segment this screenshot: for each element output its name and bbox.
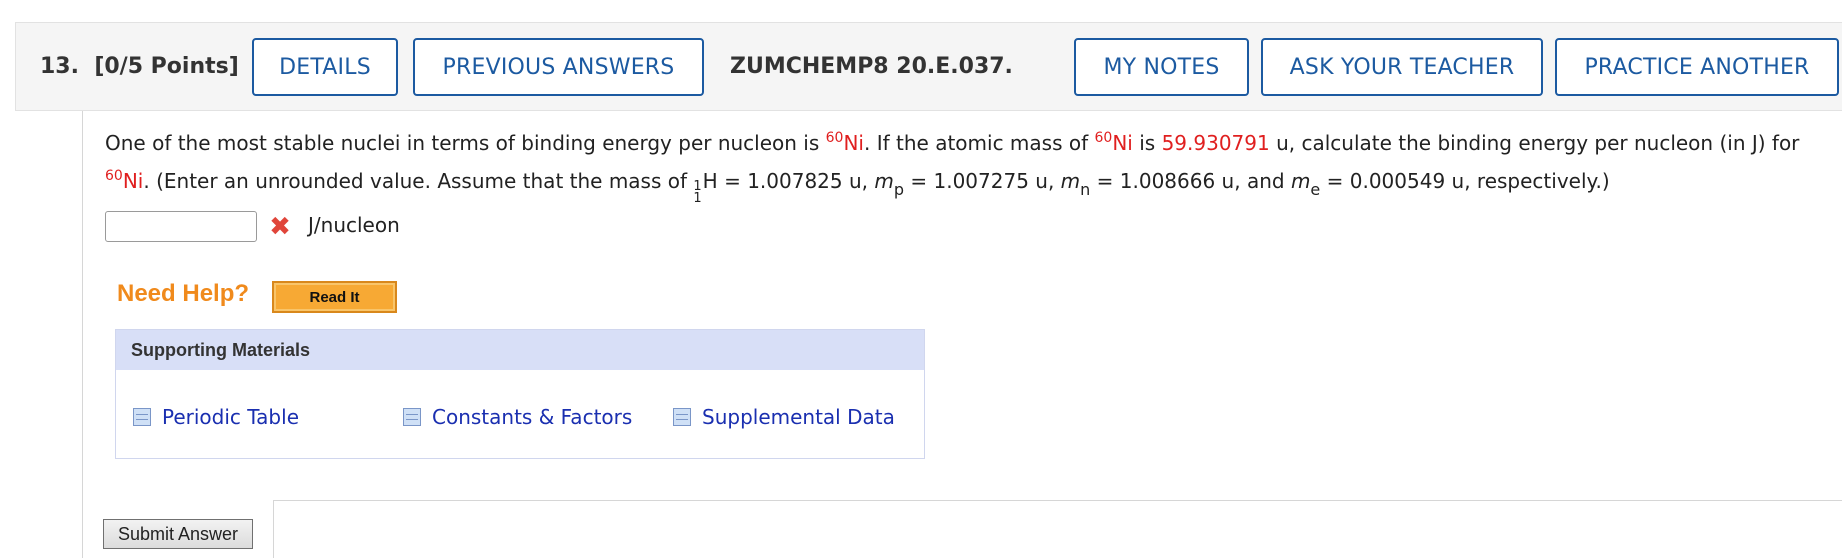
- supplemental-data-link[interactable]: Supplemental Data: [673, 405, 895, 429]
- ask-your-teacher-button[interactable]: ASK YOUR TEACHER: [1261, 38, 1543, 96]
- x-mark-icon: ✖: [269, 212, 291, 242]
- table-icon: [673, 408, 691, 426]
- read-it-button[interactable]: Read It: [272, 281, 397, 313]
- previous-answers-button[interactable]: PREVIOUS ANSWERS: [413, 38, 704, 96]
- supporting-materials-panel: Supporting Materials Periodic Table Cons…: [115, 329, 925, 459]
- points-label: [0/5 Points]: [94, 54, 239, 79]
- submit-answer-button[interactable]: Submit Answer: [103, 519, 253, 549]
- isotope-ni60: 60Ni: [825, 130, 864, 155]
- constants-factors-link[interactable]: Constants & Factors: [403, 405, 632, 429]
- isotope-ni60: 60Ni: [105, 168, 144, 193]
- atomic-mass-value: 59.930791: [1161, 131, 1270, 155]
- question-text: One of the most stable nuclei in terms o…: [105, 130, 1800, 206]
- periodic-table-link[interactable]: Periodic Table: [133, 405, 299, 429]
- my-notes-button[interactable]: MY NOTES: [1074, 38, 1249, 96]
- hydrogen-isotope-notation: 11: [693, 179, 702, 206]
- question-number-points: 13. [0/5 Points]: [40, 54, 239, 79]
- right-panel: [273, 500, 1842, 558]
- need-help-label: Need Help?: [117, 280, 250, 307]
- table-icon: [133, 408, 151, 426]
- table-icon: [403, 408, 421, 426]
- question-number: 13.: [40, 54, 79, 79]
- details-button[interactable]: DETAILS: [252, 38, 398, 96]
- isotope-ni60: 60Ni: [1094, 130, 1133, 155]
- answer-unit: J/nucleon: [308, 213, 400, 237]
- practice-another-button[interactable]: PRACTICE ANOTHER: [1555, 38, 1839, 96]
- answer-input[interactable]: [105, 211, 257, 242]
- supporting-materials-title: Supporting Materials: [116, 330, 924, 370]
- problem-code: ZUMCHEMP8 20.E.037.: [730, 54, 1013, 79]
- left-divider: [82, 111, 83, 558]
